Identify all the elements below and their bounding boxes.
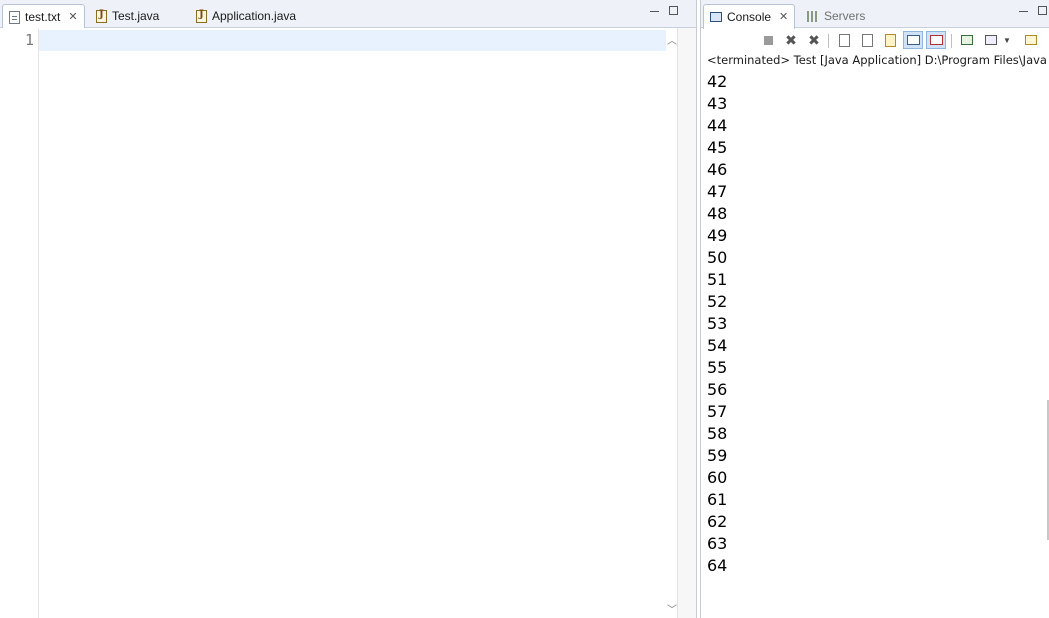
console-output-line: 46	[707, 160, 728, 179]
remove-all-terminated-button[interactable]: ✖	[804, 31, 824, 49]
console-output-line: 43	[707, 94, 728, 113]
console-output-line: 56	[707, 380, 728, 399]
tab-label: Servers	[824, 9, 866, 23]
console-output-line: 45	[707, 138, 728, 157]
console-icon	[710, 12, 722, 22]
console-output-line: 62	[707, 512, 728, 531]
minimize-icon[interactable]	[650, 9, 659, 12]
console-pane: Console ✕ Servers ✖ ✖ ▼ <terminated> Tes…	[700, 0, 1049, 618]
console-output-line: 58	[707, 424, 728, 443]
console-output-line: 55	[707, 358, 728, 377]
show-on-stderr-button[interactable]	[926, 31, 946, 49]
remove-launch-button[interactable]: ✖	[781, 31, 801, 49]
console-output-line: 54	[707, 336, 728, 355]
console-output[interactable]: 42 43 44 45 46 47 48 49 50 51 52 53 54 55 56 57 58 59 60 61…	[707, 71, 1049, 618]
scroll-lock-icon	[861, 33, 873, 47]
console-output-line: 44	[707, 116, 728, 135]
tab-test-java[interactable]: Test.java	[90, 4, 165, 28]
text-file-icon	[9, 10, 20, 24]
servers-icon	[807, 10, 819, 22]
minimize-icon[interactable]	[1019, 9, 1028, 12]
editor-view-controls	[650, 6, 678, 15]
display-selected-console-button[interactable]	[981, 31, 1001, 49]
overview-ruler	[677, 28, 696, 618]
show-on-stdout-button[interactable]	[903, 31, 923, 49]
stderr-console-icon	[929, 35, 943, 45]
monitor-icon	[985, 35, 997, 45]
console-output-line: 51	[707, 270, 728, 289]
console-output-line: 47	[707, 182, 728, 201]
tab-application-java[interactable]: Application.java	[190, 4, 302, 28]
maximize-icon[interactable]	[1038, 6, 1047, 15]
console-output-line: 53	[707, 314, 728, 333]
pin-icon	[961, 35, 973, 45]
java-file-icon	[196, 9, 207, 23]
close-icon[interactable]: ✕	[68, 11, 77, 23]
console-output-line: 61	[707, 490, 728, 509]
console-output-line: 57	[707, 402, 728, 421]
java-file-icon	[96, 9, 107, 23]
clear-console-button[interactable]	[834, 31, 854, 49]
console-output-line: 60	[707, 468, 728, 487]
scroll-lock-button[interactable]	[857, 31, 877, 49]
terminate-button[interactable]	[758, 31, 778, 49]
tab-label: test.txt	[25, 10, 61, 24]
ide-window: test.txt ✕ Test.java Application.java 1	[0, 0, 1049, 618]
remove-icon: ✖	[785, 31, 797, 48]
stop-icon	[763, 35, 773, 45]
console-view-controls	[1019, 6, 1047, 15]
line-number: 1	[24, 31, 34, 49]
line-number-gutter: 1	[0, 28, 39, 618]
console-status: <terminated> Test [Java Application] D:\…	[707, 53, 1047, 67]
console-output-line: 63	[707, 534, 728, 553]
stdout-console-icon	[906, 35, 920, 45]
tab-servers[interactable]: Servers	[801, 4, 871, 28]
toolbar-separator	[828, 34, 829, 48]
display-console-dropdown[interactable]: ▼	[1001, 31, 1013, 49]
chevron-down-icon: ▼	[1003, 35, 1011, 45]
editor-tab-bar: test.txt ✕ Test.java Application.java	[0, 0, 696, 29]
clear-icon	[838, 33, 850, 47]
open-console-button[interactable]	[1021, 31, 1041, 49]
console-output-line: 52	[707, 292, 728, 311]
tab-label: Console	[727, 10, 772, 24]
word-wrap-icon	[884, 33, 896, 47]
editor-pane: test.txt ✕ Test.java Application.java 1	[0, 0, 697, 618]
remove-all-icon: ✖	[808, 31, 820, 48]
console-output-line: 49	[707, 226, 728, 245]
console-toolbar: ✖ ✖ ▼	[701, 28, 1049, 52]
console-output-line: 48	[707, 204, 728, 223]
maximize-icon[interactable]	[669, 6, 678, 15]
console-output-line: 59	[707, 446, 728, 465]
tab-label: Test.java	[112, 9, 160, 23]
console-output-line: 50	[707, 248, 728, 267]
word-wrap-button[interactable]	[880, 31, 900, 49]
editor-text-area[interactable]	[39, 28, 666, 618]
console-output-line: 64	[707, 556, 728, 575]
close-icon[interactable]: ✕	[779, 11, 788, 23]
console-output-line: 42	[707, 72, 728, 91]
tab-label: Application.java	[212, 9, 297, 23]
console-tab-bar: Console ✕ Servers	[701, 0, 1049, 29]
toolbar-separator	[951, 34, 952, 48]
new-console-icon	[1025, 35, 1037, 45]
current-line-highlight	[39, 30, 666, 51]
tab-test-txt[interactable]: test.txt ✕	[2, 4, 85, 29]
tab-console[interactable]: Console ✕	[703, 4, 796, 29]
editor-body: 1 ︿ ﹀	[0, 28, 696, 618]
pin-console-button[interactable]	[957, 31, 977, 49]
